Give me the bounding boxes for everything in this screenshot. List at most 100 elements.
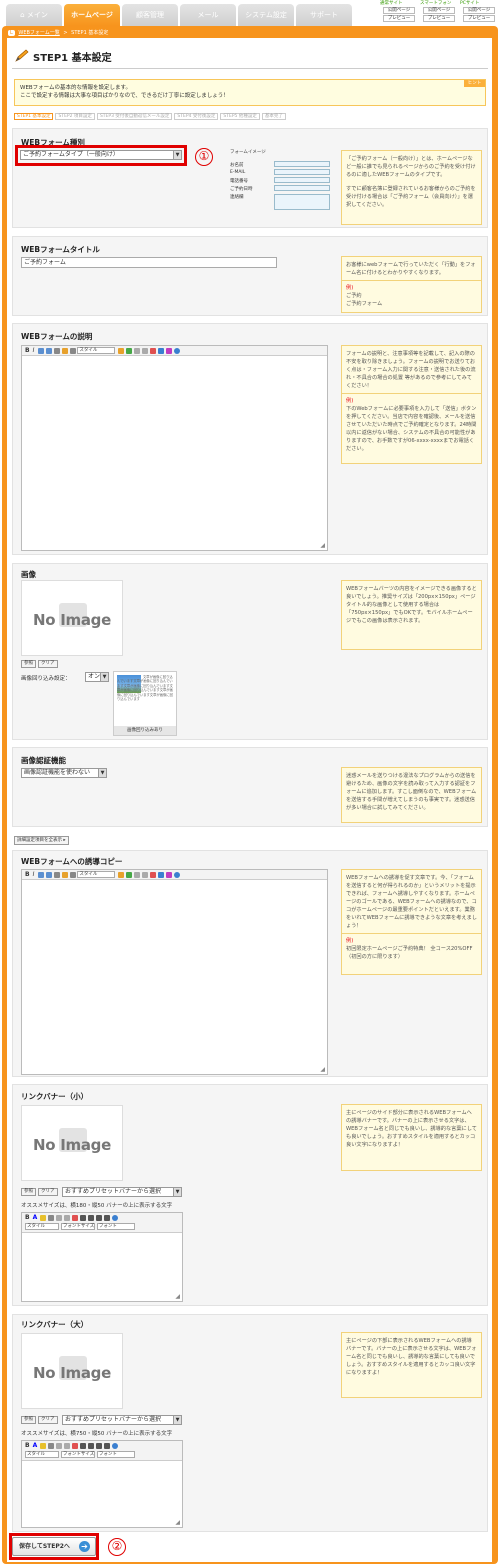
form-desc-editor[interactable]: B I スタイル ◢ [21, 345, 328, 551]
numlist-icon[interactable] [46, 871, 53, 878]
step-item[interactable]: 基本完了 [261, 113, 286, 120]
clear-button[interactable]: クリア [38, 1416, 58, 1424]
help-icon[interactable] [112, 1442, 119, 1449]
list-icon[interactable] [38, 871, 45, 878]
font-size-select[interactable]: フォントサイズ [60, 1451, 95, 1458]
public-page-button[interactable]: 公開ページ [383, 7, 415, 14]
align-center-icon[interactable] [88, 1214, 95, 1221]
text-color-icon[interactable]: A [33, 1214, 38, 1221]
align-right-icon[interactable] [96, 1214, 103, 1221]
image-icon[interactable] [126, 871, 133, 878]
numlist-icon[interactable] [46, 347, 53, 354]
bold-icon[interactable]: B [25, 1214, 30, 1221]
preview-button[interactable]: プレビュー [463, 15, 495, 22]
resize-grip-icon[interactable]: ◢ [175, 1519, 180, 1526]
source-icon[interactable] [158, 347, 165, 354]
step-item[interactable]: STEP4 受付後設定 [174, 113, 219, 120]
public-page-button[interactable]: 公開ページ [463, 7, 495, 14]
text-color-icon[interactable]: A [33, 1442, 38, 1449]
list-icon[interactable] [38, 347, 45, 354]
style-select[interactable]: スタイル [77, 871, 116, 878]
table-icon[interactable] [72, 1442, 79, 1449]
tab-system[interactable]: システム設定 [238, 4, 294, 26]
quote-icon[interactable] [54, 347, 61, 354]
tab-main[interactable]: ⌂ メイン [6, 4, 62, 26]
align-justify-icon[interactable] [104, 1214, 111, 1221]
tab-homepage[interactable]: ホームページ [64, 4, 120, 26]
table-icon[interactable] [150, 347, 157, 354]
style-select[interactable]: スタイル [25, 1451, 59, 1458]
step-item[interactable]: STEP3 受付後自動返信メール設定 [96, 113, 173, 120]
resize-grip-icon[interactable]: ◢ [320, 1066, 325, 1073]
wrap-select[interactable]: オン ▼ [85, 672, 109, 682]
redo-icon[interactable] [64, 1442, 71, 1449]
help-icon[interactable] [174, 347, 181, 354]
font-select[interactable]: フォント [96, 1451, 135, 1458]
resize-grip-icon[interactable]: ◢ [175, 1293, 180, 1300]
clear-button[interactable]: クリア [38, 1188, 58, 1196]
redo-icon[interactable] [142, 871, 149, 878]
spell-icon[interactable] [166, 347, 173, 354]
eraser-icon[interactable] [48, 1214, 55, 1221]
align-left-icon[interactable] [80, 1214, 87, 1221]
spell-icon[interactable] [166, 871, 173, 878]
indent-icon[interactable] [62, 347, 69, 354]
browse-button[interactable]: 参照 [21, 660, 36, 668]
lead-copy-editor[interactable]: B I スタイル ◢ [21, 869, 328, 1075]
image-icon[interactable] [126, 347, 133, 354]
resize-grip-icon[interactable]: ◢ [320, 542, 325, 549]
preset-banner-select[interactable]: おすすめプリセットバナーから選択 ▼ [62, 1187, 182, 1197]
banner-small-editor[interactable]: B A スタイル フォントサイズ フォント ◢ [21, 1212, 183, 1302]
font-size-select[interactable]: フォントサイズ [60, 1223, 95, 1230]
indent-icon[interactable] [62, 871, 69, 878]
bg-color-icon[interactable] [40, 1214, 47, 1221]
font-select[interactable]: フォント [96, 1223, 135, 1230]
undo-icon[interactable] [134, 347, 141, 354]
tab-mail[interactable]: メール [180, 4, 236, 26]
align-center-icon[interactable] [88, 1442, 95, 1449]
bg-color-icon[interactable] [40, 1442, 47, 1449]
save-next-button[interactable]: 保存してSTEP2へ ➔ [12, 1537, 96, 1556]
bold-icon[interactable]: B [25, 871, 30, 878]
step-item[interactable]: STEP1 基本設定 [14, 113, 54, 120]
clear-button[interactable]: クリア [38, 660, 58, 668]
redo-icon[interactable] [64, 1214, 71, 1221]
preview-button[interactable]: プレビュー [383, 15, 415, 22]
style-select[interactable]: スタイル [77, 347, 116, 354]
bold-icon[interactable]: B [25, 347, 30, 354]
table-icon[interactable] [72, 1214, 79, 1221]
preview-button[interactable]: プレビュー [423, 15, 455, 22]
help-icon[interactable] [112, 1214, 119, 1221]
undo-icon[interactable] [56, 1214, 63, 1221]
browse-button[interactable]: 参照 [21, 1188, 36, 1196]
preset-banner-select[interactable]: おすすめプリセットバナーから選択 ▼ [62, 1415, 182, 1425]
step-item[interactable]: STEP5 他種設定 [220, 113, 260, 120]
link-icon[interactable] [118, 347, 125, 354]
link-icon[interactable] [118, 871, 125, 878]
align-justify-icon[interactable] [104, 1442, 111, 1449]
form-type-select[interactable]: ご予約フォームタイプ（一般向け） ▼ [20, 150, 182, 160]
undo-icon[interactable] [134, 871, 141, 878]
help-icon[interactable] [174, 871, 181, 878]
banner-large-editor[interactable]: B A スタイル フォントサイズ フォント ◢ [21, 1440, 183, 1528]
align-left-icon[interactable] [80, 1442, 87, 1449]
outdent-icon[interactable] [70, 871, 77, 878]
breadcrumb-link[interactable]: WEBフォーム一覧 [18, 29, 59, 36]
captcha-select[interactable]: 画像認証機能を使わない ▼ [21, 768, 107, 778]
redo-icon[interactable] [142, 347, 149, 354]
italic-icon[interactable]: I [33, 871, 35, 878]
step-item[interactable]: STEP2 項目設定 [55, 113, 95, 120]
detail-toggle-button[interactable]: 詳細設定項目を全表示 ▸ [14, 836, 69, 845]
bold-icon[interactable]: B [25, 1442, 30, 1449]
outdent-icon[interactable] [70, 347, 77, 354]
browse-button[interactable]: 参照 [21, 1416, 36, 1424]
italic-icon[interactable]: I [33, 347, 35, 354]
form-title-input[interactable]: ご予約フォーム [21, 257, 277, 268]
quote-icon[interactable] [54, 871, 61, 878]
tab-customer[interactable]: 顧客管理 [122, 4, 178, 26]
align-right-icon[interactable] [96, 1442, 103, 1449]
source-icon[interactable] [158, 871, 165, 878]
eraser-icon[interactable] [48, 1442, 55, 1449]
public-page-button[interactable]: 公開ページ [423, 7, 455, 14]
table-icon[interactable] [150, 871, 157, 878]
